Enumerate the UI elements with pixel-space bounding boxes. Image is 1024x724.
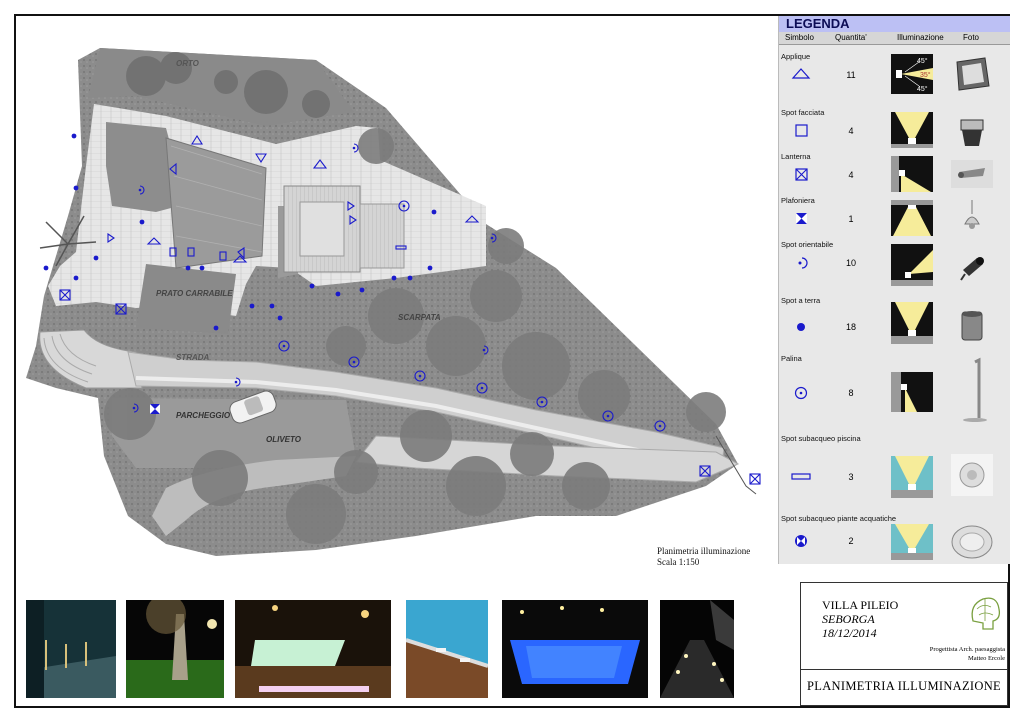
legend-row-lanterna: Lanterna 4 [779, 152, 1011, 196]
legend-row-applique: Applique 11 45° 35° 45° [779, 52, 1011, 108]
spot-facciata-illumination-icon [891, 112, 933, 148]
photo-pool-night [502, 600, 648, 698]
legend-item-qty: 4 [848, 126, 854, 136]
photo-strip [16, 582, 776, 702]
legend-header-photo: Foto [963, 33, 980, 42]
legend-item-name: Spot orientabile [781, 240, 834, 249]
drawing-sheet: ORTO PRATO CARRABILE SCARPATA STRADA PAR… [14, 14, 1010, 708]
legend-item-name: Plafoniera [781, 196, 815, 205]
legend-header-symbol: Simbolo [785, 33, 814, 42]
triangle-outline-icon [791, 68, 811, 79]
plafoniera-photo [964, 200, 980, 229]
palina-photo [963, 357, 987, 422]
palina-illumination-icon [891, 372, 933, 412]
legend-row-spot-orientabile: Spot orientabile 10 [779, 240, 1011, 296]
plafoniera-illumination-icon [891, 200, 933, 236]
filled-circle-bowtie-icon [795, 535, 807, 547]
project-name: VILLA PILEIO [822, 598, 899, 612]
label-strada: STRADA [176, 353, 210, 362]
legend-row-spot-subacqueo-piante-acquatiche: Spot subacqueo piante acquatiche 2 [779, 514, 1011, 564]
legend-item-name: Applique [781, 52, 811, 61]
photo-deck-night [26, 600, 116, 698]
spot-subacqueo-piscina-photo [951, 454, 993, 496]
legend-item-qty: 2 [848, 536, 854, 546]
label-scarpata: SCARPATA [398, 313, 441, 322]
legend-item-qty: 18 [845, 322, 856, 332]
designer-name: Matteo Ercole [968, 655, 1005, 662]
lanterna-illumination-icon [891, 156, 933, 192]
legend-item-name: Spot subacqueo piante acquatiche [781, 514, 897, 523]
legend-item-name: Lanterna [781, 152, 811, 161]
angle-top: 45° [917, 57, 928, 65]
legend-title: LEGENDA [779, 16, 1010, 32]
architect-logo-icon [971, 597, 1001, 630]
label-orto: ORTO [176, 59, 200, 68]
title-block: VILLA PILEIO SEBORGA 18/12/2014 Progetti… [800, 582, 1008, 706]
legend-row-spot-facciata: Spot facciata 4 [779, 108, 1011, 152]
legend-header-quantity: Quantita' [835, 33, 867, 42]
legend-item-qty: 4 [848, 170, 854, 180]
legend-item-name: Palina [781, 354, 802, 363]
spot-orientabile-photo [960, 257, 984, 281]
photo-path-night [660, 600, 734, 698]
legend-row-spot-a-terra: Spot a terra 18 [779, 296, 1011, 354]
caption-title: Planimetria illuminazione [657, 546, 751, 556]
label-prato-carrabile: PRATO CARRABILE [156, 289, 233, 298]
legend-item-qty: 11 [846, 70, 856, 80]
legend-header-illumination: Illuminazione [897, 33, 944, 42]
dot-arc-icon [798, 257, 808, 269]
square-outline-icon [795, 124, 808, 137]
plan-caption: Planimetria illuminazione Scala 1:150 [657, 546, 750, 568]
caption-scale: Scala 1:150 [657, 557, 700, 567]
angle-bottom: 45° [917, 85, 928, 93]
rectangle-outline-icon [791, 473, 811, 480]
photo-garden-tree [126, 600, 224, 698]
legend-item-name: Spot a terra [781, 296, 821, 305]
photo-pool-wide [235, 600, 391, 698]
legend-item-name: Spot subacqueo piscina [781, 434, 861, 443]
legend-item-qty: 1 [848, 214, 854, 224]
legend-item-qty: 10 [845, 258, 856, 268]
photo-pool-edge [406, 600, 488, 698]
label-oliveto: OLIVETO [266, 435, 302, 444]
project-town: SEBORGA [822, 612, 875, 626]
legend-item-name: Spot facciata [781, 108, 825, 117]
spot-a-terra-photo [961, 311, 983, 341]
applique-photo [956, 57, 990, 91]
spot-facciata-photo [960, 119, 984, 146]
legend-item-qty: 8 [848, 388, 854, 398]
title-divider [801, 669, 1007, 670]
crossed-square-icon [795, 168, 808, 181]
bowtie-square-icon [796, 213, 807, 224]
circled-dot-icon [794, 386, 808, 400]
lanterna-photo [951, 160, 993, 188]
legend-row-spot-subacqueo-piscina: Spot subacqueo piscina 3 [779, 434, 1011, 514]
spot-a-terra-illumination-icon [891, 302, 933, 344]
site-plan: ORTO PRATO CARRABILE SCARPATA STRADA PAR… [26, 48, 761, 556]
legend-header-row: Simbolo Quantita' Illuminazione Foto [779, 32, 1010, 45]
applique-illumination-icon: 45° 35° 45° [891, 54, 933, 94]
drawing-title: PLANIMETRIA ILLUMINAZIONE [807, 679, 1001, 693]
spot-subacqueo-piante-illumination-icon [891, 524, 933, 560]
legend-row-plafoniera: Plafoniera 1 [779, 196, 1011, 240]
angle-mid: 35° [920, 71, 931, 79]
project-date: 18/12/2014 [822, 626, 877, 640]
designer-role: Progettista Arch. paesaggista [929, 646, 1005, 653]
label-parcheggio: PARCHEGGIO [176, 411, 231, 420]
spot-subacqueo-piante-photo [951, 525, 993, 559]
legend-item-qty: 3 [848, 472, 854, 482]
legend-panel: LEGENDA Simbolo Quantita' Illuminazione … [778, 16, 1010, 564]
filled-dot-icon [797, 323, 805, 331]
spot-orientabile-illumination-icon [891, 244, 933, 286]
legend-row-palina: Palina 8 [779, 354, 1011, 434]
spot-subacqueo-piscina-illumination-icon [891, 456, 933, 498]
